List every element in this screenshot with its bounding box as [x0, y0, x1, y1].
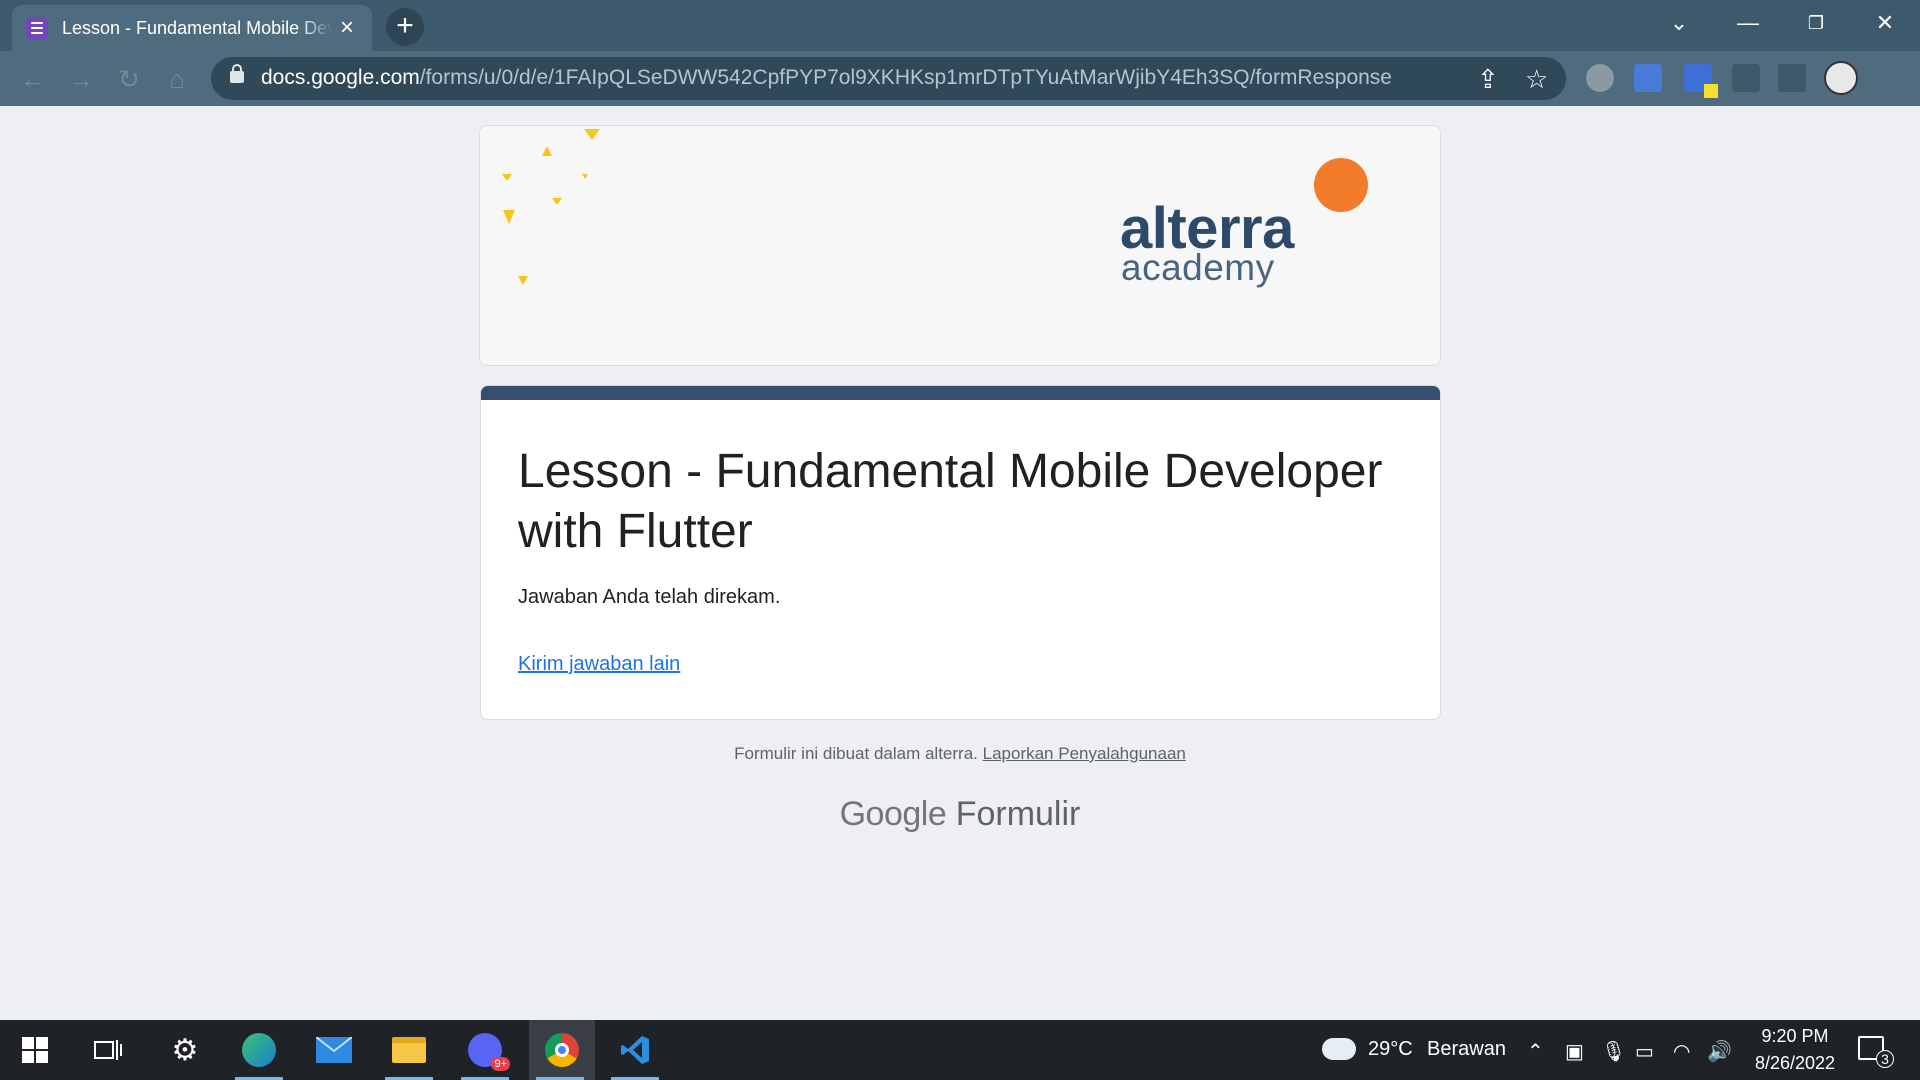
browser-tab[interactable]: Lesson - Fundamental Mobile Developer wi…: [12, 5, 372, 51]
mail-app-button[interactable]: [303, 1020, 365, 1080]
profile-avatar[interactable]: [1824, 61, 1858, 95]
url-text[interactable]: docs.google.com/forms/u/0/d/e/1FAIpQLSeD…: [261, 66, 1392, 90]
show-hidden-icons-chevron-icon[interactable]: ⌃: [1527, 1039, 1544, 1064]
vscode-app-button[interactable]: [604, 1020, 666, 1080]
forward-arrow-icon[interactable]: →: [64, 63, 98, 95]
google-wordmark: Google: [839, 795, 947, 833]
gear-icon: ⚙: [171, 1033, 199, 1067]
browser-tabstrip: Lesson - Fundamental Mobile Developer wi…: [0, 0, 1920, 51]
confetti-decoration: [518, 276, 528, 285]
edge-icon: [242, 1033, 276, 1067]
puzzle-extensions-icon[interactable]: [1732, 64, 1760, 92]
chrome-app-button[interactable]: [529, 1020, 595, 1080]
google-forms-logo[interactable]: Google Formulir: [0, 795, 1920, 834]
bookmark-star-icon[interactable]: ☆: [1525, 64, 1548, 95]
cloud-weather-icon[interactable]: [1322, 1038, 1356, 1060]
confetti-decoration: [584, 129, 600, 140]
vscode-icon: [621, 1036, 649, 1064]
volume-icon[interactable]: 🔊: [1707, 1039, 1732, 1064]
google-forms-favicon-icon: [26, 17, 48, 39]
tab-title: Lesson - Fundamental Mobile Developer wi…: [62, 17, 332, 38]
alterra-logo-dot: [1314, 158, 1368, 212]
discord-badge: 9+: [491, 1057, 510, 1071]
media-extension-icon[interactable]: [1586, 64, 1614, 92]
settings-app-button[interactable]: ⚙: [154, 1020, 216, 1080]
browser-toolbar: ← → ↻ ⌂ docs.google.com/forms/u/0/d/e/1F…: [0, 51, 1920, 106]
form-header-banner: alterra academy: [479, 125, 1441, 366]
confetti-decoration: [502, 174, 512, 181]
side-panel-icon[interactable]: [1778, 64, 1806, 92]
task-view-icon: [94, 1040, 122, 1060]
form-response-card: Lesson - Fundamental Mobile Developer wi…: [480, 385, 1441, 720]
start-button[interactable]: [4, 1020, 66, 1080]
task-view-button[interactable]: [77, 1020, 139, 1080]
report-abuse-link[interactable]: Laporkan Penyalahgunaan: [983, 744, 1186, 763]
minimize-button[interactable]: —: [1723, 8, 1773, 38]
translate-extension-icon[interactable]: [1634, 64, 1662, 92]
mail-icon: [316, 1037, 352, 1063]
windows-taskbar: ⚙ 9+ 29°C Berawan ⌃ ▣ 🎙 ▭ ◠ 🔊 9:20 PM 8/…: [0, 1020, 1920, 1080]
clock-time[interactable]: 9:20 PM: [1755, 1026, 1835, 1047]
footer-note-text: Formulir ini dibuat dalam alterra.: [734, 744, 978, 763]
notification-count-badge: 3: [1876, 1050, 1894, 1068]
battery-icon[interactable]: ▭: [1635, 1039, 1654, 1064]
reload-icon[interactable]: ↻: [112, 63, 146, 95]
forms-wordmark: Formulir: [955, 795, 1081, 833]
restore-button[interactable]: ❐: [1791, 8, 1841, 38]
new-tab-button[interactable]: +: [386, 8, 424, 46]
confetti-decoration: [552, 198, 562, 205]
edge-app-button[interactable]: [228, 1020, 290, 1080]
close-window-button[interactable]: ✕: [1860, 8, 1910, 38]
discord-app-button[interactable]: 9+: [454, 1020, 516, 1080]
address-bar[interactable]: docs.google.com/forms/u/0/d/e/1FAIpQLSeD…: [211, 57, 1566, 100]
weather-description[interactable]: Berawan: [1427, 1038, 1506, 1061]
submit-another-response-link[interactable]: Kirim jawaban lain: [518, 653, 680, 676]
tab-close-icon[interactable]: ×: [340, 16, 354, 40]
page-content: alterra academy Lesson - Fundamental Mob…: [0, 106, 1920, 1020]
folder-icon: [392, 1037, 426, 1063]
home-icon[interactable]: ⌂: [160, 63, 194, 95]
card-accent-bar: [481, 386, 1440, 400]
file-explorer-button[interactable]: [378, 1020, 440, 1080]
discord-icon: 9+: [468, 1033, 510, 1071]
share-icon[interactable]: ⇪: [1477, 64, 1499, 95]
alterra-logo-subtitle: academy: [1121, 247, 1275, 288]
clock-date[interactable]: 8/26/2022: [1743, 1053, 1847, 1074]
warning-badge: [1704, 84, 1718, 98]
menu-kebab-icon[interactable]: ⋮: [1868, 63, 1902, 95]
chrome-icon: [545, 1033, 579, 1067]
confetti-decoration: [503, 210, 515, 224]
confetti-decoration: [542, 146, 552, 156]
windows-logo-icon: [22, 1037, 48, 1063]
confirmation-message: Jawaban Anda telah direkam.: [518, 586, 781, 608]
wifi-icon[interactable]: ◠: [1673, 1039, 1690, 1064]
form-title: Lesson - Fundamental Mobile Developer wi…: [518, 445, 1383, 558]
tab-search-chevron-icon[interactable]: ⌄: [1654, 8, 1704, 38]
microphone-icon[interactable]: 🎙: [1601, 1039, 1626, 1064]
extension-warning-icon[interactable]: [1684, 64, 1718, 98]
form-footer-note: Formulir ini dibuat dalam alterra. Lapor…: [0, 744, 1920, 764]
lock-icon[interactable]: [230, 64, 244, 83]
meet-now-icon[interactable]: ▣: [1565, 1039, 1584, 1064]
back-arrow-icon[interactable]: ←: [16, 63, 50, 95]
weather-temperature[interactable]: 29°C: [1368, 1038, 1413, 1061]
notification-center-icon[interactable]: 3: [1858, 1036, 1894, 1068]
confetti-decoration: [582, 174, 588, 179]
